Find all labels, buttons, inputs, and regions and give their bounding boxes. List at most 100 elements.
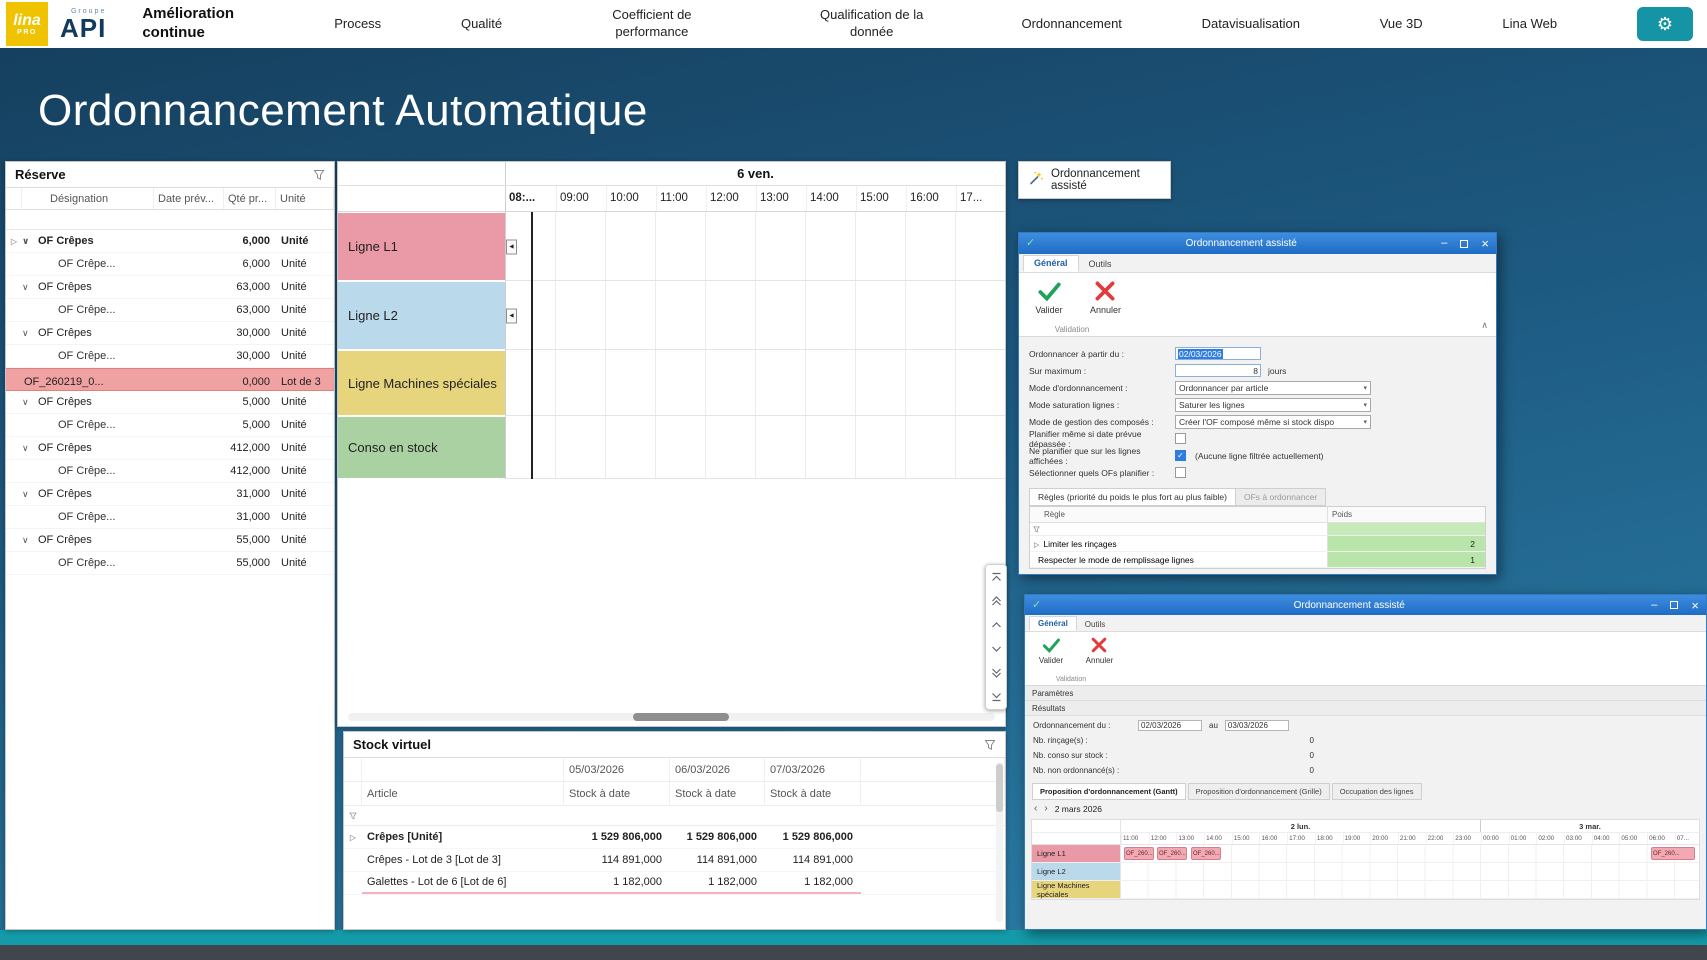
page-up-icon[interactable] (991, 596, 1002, 606)
stock-row[interactable]: Crêpes - Lot de 3 [Lot de 3] 114 891,000… (344, 849, 1005, 872)
col-regle[interactable]: Règle (1030, 510, 1327, 519)
reserve-row[interactable]: OF Crêpe... 31,000 Unité (6, 506, 334, 529)
tree-chevron-icon[interactable] (22, 534, 38, 546)
reserve-row[interactable]: OF_260219_0... 0,000 Lot de 3 (6, 368, 334, 391)
stock-row[interactable]: Crêpes [Unité] 1 529 806,000 1 529 806,0… (344, 826, 1005, 849)
tab-general[interactable]: Général (1023, 255, 1079, 272)
tab-outils[interactable]: Outils (1079, 257, 1122, 272)
settings-button[interactable]: ⚙ (1637, 7, 1693, 41)
scrollbar-thumb[interactable] (996, 764, 1003, 812)
period-to-input[interactable]: 03/03/2026 (1225, 720, 1289, 731)
reserve-row[interactable]: OF Crêpe... 6,000 Unité (6, 253, 334, 276)
reserve-row[interactable]: OF Crêpes 55,000 Unité (6, 529, 334, 552)
gantt-grid-l1[interactable]: OF_260...OF_260...OF_260...OF_260... (1121, 845, 1699, 862)
minimize-icon[interactable]: – (1651, 600, 1657, 611)
mode-ordonnancement-select[interactable]: Ordonnancer par article ▾ (1175, 381, 1371, 395)
valider-button[interactable]: Valider (1027, 278, 1071, 315)
start-date-input[interactable]: 02/03/2026 (1175, 347, 1261, 360)
planifier-depassee-checkbox[interactable] (1175, 433, 1186, 444)
col-date-prevue[interactable]: Date prév... (154, 188, 224, 209)
valider-button[interactable]: Valider (1033, 635, 1069, 665)
mode-saturation-select[interactable]: Saturer les lignes ▾ (1175, 398, 1371, 412)
gantt-grid-l2[interactable] (506, 281, 1005, 350)
reserve-filter-row[interactable] (6, 210, 334, 230)
row-expand-icon[interactable] (344, 849, 362, 871)
scroll-left-marker-icon[interactable]: ◄ (506, 308, 517, 323)
down-icon[interactable] (991, 644, 1002, 654)
minimize-icon[interactable]: – (1441, 238, 1447, 249)
of-gantt-bar[interactable]: OF_260... (1191, 847, 1221, 860)
nav-item[interactable]: Process (334, 16, 381, 33)
rule-row[interactable]: Respecter le mode de remplissage lignes … (1030, 552, 1485, 568)
reserve-row[interactable]: OF Crêpe... 55,000 Unité (6, 552, 334, 575)
reserve-row[interactable]: OF Crêpes 30,000 Unité (6, 322, 334, 345)
tree-chevron-icon[interactable] (22, 281, 38, 293)
annuler-button[interactable]: Annuler (1081, 635, 1117, 665)
maximize-icon[interactable] (1670, 601, 1678, 609)
line-l1-label[interactable]: Ligne L1 (1032, 845, 1121, 862)
line-machines-label[interactable]: Ligne Machines spéciales (1032, 881, 1121, 898)
reserve-row[interactable]: OF Crêpes 63,000 Unité (6, 276, 334, 299)
page-down-icon[interactable] (991, 668, 1002, 678)
tree-chevron-icon[interactable] (22, 442, 38, 454)
reserve-row[interactable]: OF Crêpe... 412,000 Unité (6, 460, 334, 483)
scroll-left-marker-icon[interactable]: ◄ (506, 239, 517, 254)
line-machines-label[interactable]: Ligne Machines spéciales (338, 351, 505, 415)
nav-item[interactable]: Datavisualisation (1202, 16, 1300, 33)
view-tab[interactable]: Occupation des lignes (1332, 783, 1422, 800)
next-day-icon[interactable]: › (1044, 804, 1047, 814)
filter-icon[interactable] (313, 169, 325, 181)
filter-poids-cell[interactable] (1327, 523, 1485, 535)
lignes-affichees-checkbox[interactable]: ✓ (1175, 450, 1186, 461)
date-column-3[interactable]: 07/03/2026 (765, 758, 861, 781)
rules-tab[interactable]: Règles (priorité du poids le plus fort a… (1029, 488, 1236, 506)
api-groupe-logo[interactable]: Groupe API (60, 8, 106, 41)
nav-item[interactable]: Lina Web (1502, 16, 1557, 33)
line-l2-label[interactable]: Ligne L2 (1032, 863, 1121, 880)
date-column-2[interactable]: 06/03/2026 (670, 758, 765, 781)
up-icon[interactable] (991, 620, 1002, 630)
scroll-bottom-icon[interactable] (991, 692, 1002, 702)
maximize-icon[interactable] (1460, 240, 1468, 248)
selection-ofs-checkbox[interactable] (1175, 467, 1186, 478)
ordonnancement-assiste-button[interactable]: Ordonnancement assisté (1018, 161, 1171, 199)
max-days-input[interactable]: 8 (1175, 364, 1261, 377)
gantt-horizontal-scrollbar[interactable] (348, 713, 995, 721)
line-l2-label[interactable]: Ligne L2 ◄ (338, 282, 505, 349)
filter-icon[interactable] (344, 806, 362, 825)
row-expand-icon[interactable] (344, 826, 362, 848)
period-from-input[interactable]: 02/03/2026 (1138, 720, 1202, 731)
stock-vertical-scrollbar[interactable] (996, 762, 1003, 922)
gantt-grid-machines[interactable] (506, 350, 1005, 416)
col-article[interactable]: Article (362, 782, 564, 805)
reserve-row[interactable]: OF Crêpes 6,000 Unité (6, 230, 334, 253)
gantt-grid-l1[interactable] (506, 212, 1005, 281)
dialog-titlebar[interactable]: ✓ Ordonnancement assisté – × (1019, 233, 1496, 254)
reserve-row[interactable]: OF Crêpes 412,000 Unité (6, 437, 334, 460)
rule-row[interactable]: Limiter les rinçages 2 (1030, 536, 1485, 552)
filter-icon[interactable] (984, 739, 996, 751)
resultats-section-bar[interactable]: Résultats (1025, 701, 1706, 716)
row-expand-icon[interactable] (6, 235, 22, 247)
dialog-titlebar[interactable]: ✓ Ordonnancement assisté – × (1025, 595, 1706, 615)
date-column-1[interactable]: 05/03/2026 (564, 758, 670, 781)
ribbon-collapse-icon[interactable]: ∧ (1481, 320, 1488, 331)
tree-chevron-icon[interactable] (22, 235, 38, 247)
scrollbar-thumb[interactable] (633, 713, 729, 721)
close-icon[interactable]: × (1481, 237, 1489, 250)
row-expand-icon[interactable] (344, 872, 362, 894)
tab-general[interactable]: Général (1029, 616, 1077, 631)
nav-item[interactable]: Vue 3D (1380, 16, 1423, 33)
ofs-tab-disabled[interactable]: OFs à ordonnancer (1236, 488, 1326, 506)
reserve-row[interactable]: OF Crêpe... 30,000 Unité (6, 345, 334, 368)
tab-outils[interactable]: Outils (1077, 618, 1113, 631)
of-gantt-bar[interactable]: OF_260... (1651, 847, 1695, 860)
reserve-row[interactable]: OF Crêpes 5,000 Unité (6, 391, 334, 414)
stock-filter-row[interactable] (344, 806, 1005, 826)
gantt-grid-conso[interactable] (506, 416, 1005, 479)
view-tab[interactable]: Proposition d'ordonnancement (Gantt) (1032, 783, 1186, 800)
filter-icon[interactable] (1030, 523, 1327, 535)
nav-item[interactable]: Coefficient de performance (582, 7, 722, 41)
reserve-row[interactable]: OF Crêpe... 5,000 Unité (6, 414, 334, 437)
expand-icon[interactable] (1034, 539, 1039, 549)
